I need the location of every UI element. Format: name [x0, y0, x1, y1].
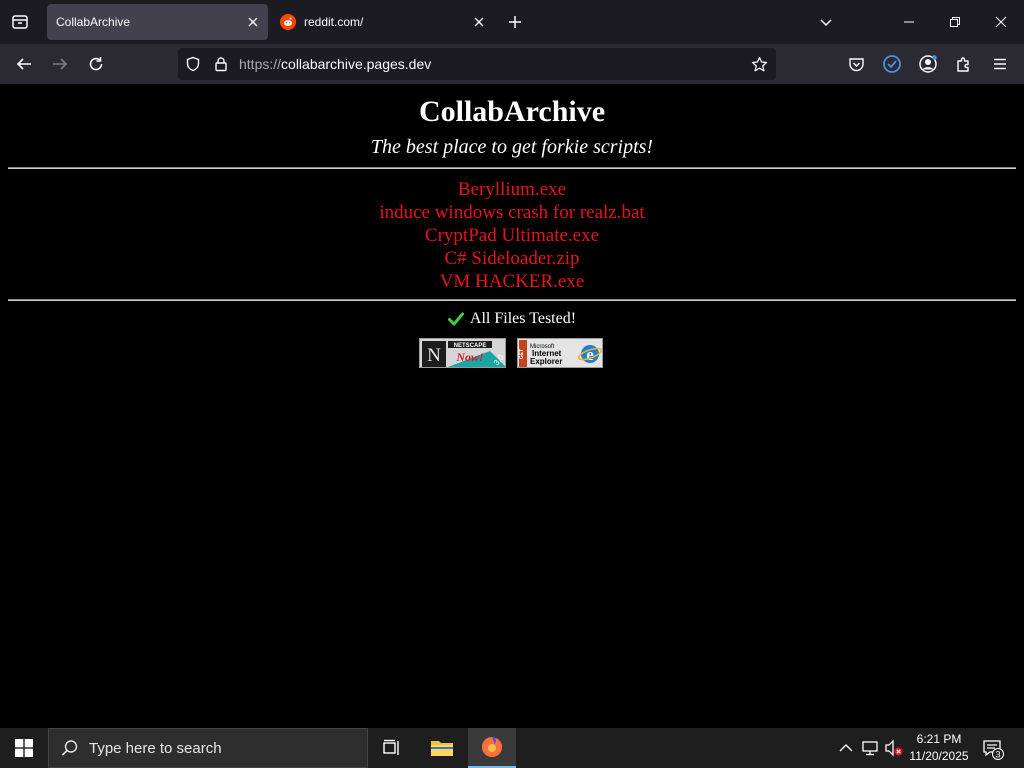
back-button[interactable]: [10, 50, 38, 78]
firefox-view-icon: [12, 15, 28, 29]
page-tagline: The best place to get forkie scripts!: [370, 136, 654, 158]
file-link-beryllium[interactable]: Beryllium.exe: [0, 178, 1024, 201]
chevron-up-icon: [839, 744, 853, 752]
notification-icon: 3: [983, 740, 1004, 760]
pocket-button[interactable]: [842, 50, 870, 78]
lock-icon[interactable]: [212, 55, 230, 73]
svg-text:GET: GET: [519, 349, 525, 359]
clock-date: 11/20/2025: [909, 749, 969, 763]
arrow-left-icon: [16, 58, 31, 70]
action-center-button[interactable]: 3: [982, 738, 1004, 760]
windows-logo-icon: [15, 739, 33, 757]
browser-badges: N NETSCAPE Now! 3.0 GET Microsoft Intern…: [419, 338, 605, 368]
task-view-button[interactable]: [368, 728, 416, 768]
close-icon: [995, 16, 1007, 28]
restore-button[interactable]: [932, 0, 978, 44]
file-link-sideloader[interactable]: C# Sideloader.zip: [0, 247, 1024, 270]
start-button[interactable]: [0, 728, 48, 768]
close-icon: [248, 17, 258, 27]
extension-check-button[interactable]: [878, 50, 906, 78]
horizontal-rule: [8, 299, 1016, 301]
task-view-icon: [383, 739, 399, 755]
reddit-icon: [280, 14, 296, 30]
svg-text:N: N: [427, 345, 441, 366]
checkmark-icon: [447, 312, 464, 326]
firefox-icon: [482, 737, 502, 757]
taskbar: Type here to search 6:21 PM 11/20/2025 3: [0, 728, 1024, 768]
restore-icon: [950, 17, 960, 27]
network-tray-button[interactable]: [860, 738, 880, 758]
svg-text:3: 3: [995, 750, 1000, 760]
internet-explorer-logo-icon: GET Microsoft Internet Explorer e: [518, 339, 602, 367]
navigation-toolbar: https://collabarchive.pages.dev: [0, 44, 1024, 84]
tab-reddit[interactable]: reddit.com/: [272, 4, 494, 40]
taskbar-search-box[interactable]: Type here to search: [48, 728, 368, 768]
firefox-taskbar-button[interactable]: [468, 728, 516, 768]
tested-notice: All Files Tested!: [0, 310, 1024, 328]
svg-text:e: e: [586, 345, 594, 364]
account-icon: [919, 55, 937, 73]
search-icon: [61, 740, 78, 756]
tab-strip: CollabArchive reddit.com/: [0, 0, 1024, 44]
search-placeholder: Type here to search: [89, 739, 222, 757]
horizontal-rule: [8, 167, 1016, 169]
svg-text:Now!: Now!: [455, 350, 483, 364]
list-all-tabs-button[interactable]: [815, 11, 837, 33]
url-scheme: https://: [239, 56, 282, 72]
puzzle-piece-icon: [957, 57, 969, 72]
netscape-now-badge[interactable]: N NETSCAPE Now! 3.0: [419, 338, 506, 368]
firefox-view-button[interactable]: [8, 10, 32, 34]
file-link-cryptpad[interactable]: CryptPad Ultimate.exe: [0, 224, 1024, 247]
tracking-protection-shield-icon[interactable]: [184, 55, 202, 73]
app-menu-button[interactable]: [986, 50, 1014, 78]
bookmark-star-icon[interactable]: [750, 55, 768, 73]
hamburger-menu-icon: [994, 58, 1006, 70]
netscape-logo-icon: N NETSCAPE Now! 3.0: [420, 339, 505, 367]
tab-close-button[interactable]: [244, 13, 262, 31]
url-host: collabarchive.pages.dev: [281, 56, 432, 72]
reload-icon: [89, 57, 103, 71]
web-page: CollabArchive The best place to get fork…: [0, 84, 1024, 728]
tab-title: CollabArchive: [56, 15, 131, 29]
account-button[interactable]: [914, 50, 942, 78]
clock-time: 6:21 PM: [916, 732, 962, 746]
volume-tray-button[interactable]: [884, 738, 904, 758]
tested-text: All Files Tested!: [469, 310, 577, 327]
show-hidden-icons-button[interactable]: [836, 738, 856, 758]
reload-button[interactable]: [82, 50, 110, 78]
tab-title: reddit.com/: [304, 15, 364, 29]
tab-collabarchive[interactable]: CollabArchive: [47, 4, 268, 40]
folder-icon: [431, 741, 453, 756]
taskbar-clock[interactable]: 6:21 PM 11/20/2025: [902, 731, 976, 765]
arrow-right-icon: [53, 58, 68, 70]
file-list: Beryllium.exe induce windows crash for r…: [0, 178, 1024, 293]
new-tab-button[interactable]: [504, 11, 526, 33]
file-explorer-button[interactable]: [418, 728, 466, 768]
internet-explorer-badge[interactable]: GET Microsoft Internet Explorer e: [517, 338, 603, 368]
close-window-button[interactable]: [978, 0, 1024, 44]
minimize-icon: [904, 21, 914, 23]
svg-text:NETSCAPE: NETSCAPE: [454, 343, 487, 349]
plus-icon: [509, 16, 521, 28]
file-link-crash-bat[interactable]: induce windows crash for realz.bat: [0, 201, 1024, 224]
tab-close-button[interactable]: [470, 13, 488, 31]
chevron-down-icon: [820, 19, 832, 27]
network-icon: [862, 741, 878, 756]
pocket-icon: [848, 57, 864, 71]
extensions-button[interactable]: [950, 50, 978, 78]
close-icon: [474, 17, 484, 27]
address-bar[interactable]: https://collabarchive.pages.dev: [178, 48, 776, 80]
svg-text:Explorer: Explorer: [530, 357, 562, 366]
file-link-vm-hacker[interactable]: VM HACKER.exe: [0, 270, 1024, 293]
minimize-button[interactable]: [886, 0, 932, 44]
page-title: CollabArchive: [418, 95, 606, 128]
volume-muted-icon: [885, 739, 903, 757]
forward-button[interactable]: [46, 50, 74, 78]
checkmark-circle-icon: [883, 55, 901, 73]
url-text[interactable]: https://collabarchive.pages.dev: [239, 56, 431, 72]
